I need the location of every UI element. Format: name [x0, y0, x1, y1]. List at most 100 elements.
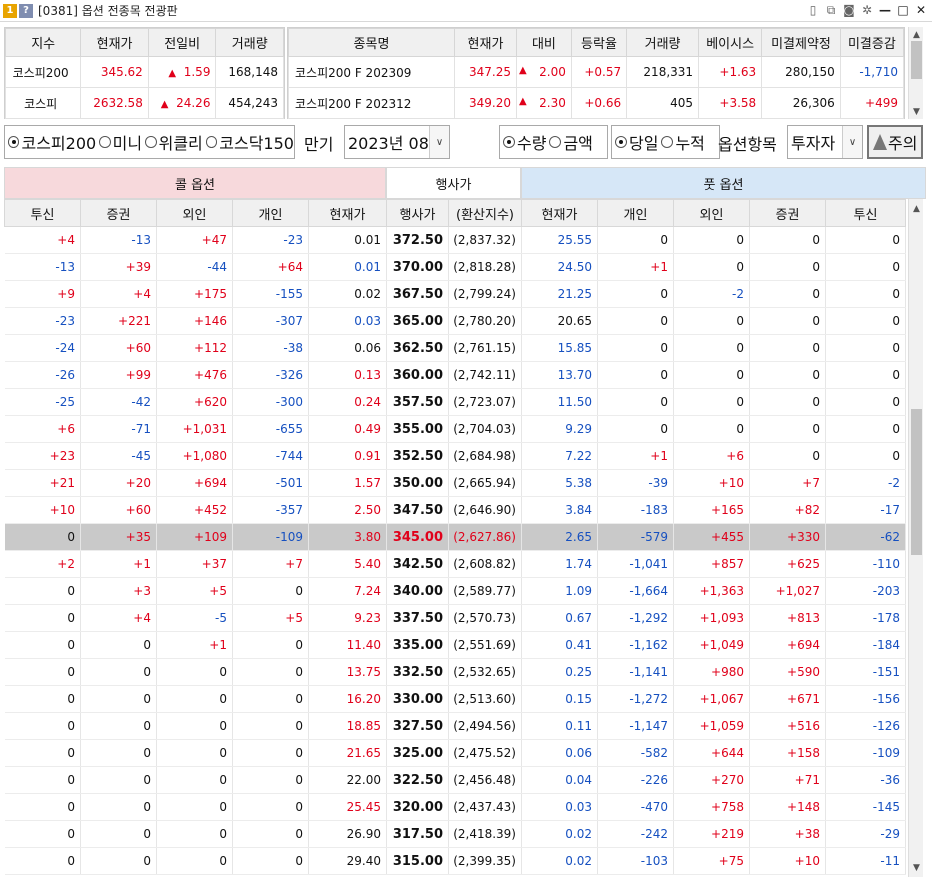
table-row[interactable]: 코스피200 345.62 ▲ 1.59 168,148	[4, 56, 284, 88]
col-header-put-individual[interactable]: 개인	[597, 199, 674, 227]
col-header-put-trust[interactable]: 투신	[825, 199, 906, 227]
table-row[interactable]: 0 0 0 0 29.40 315.00 (2,399.35) 0.02 -103 +75 +10-…	[4, 847, 906, 875]
table-row[interactable]: -24 +60 +112 -38 0.06 362.50 (2,761.15) 15.85 0 0…	[4, 334, 906, 362]
call-securities-cell: 0	[80, 631, 157, 659]
radio-today[interactable]	[615, 136, 627, 148]
radio-kospi200[interactable]	[8, 136, 20, 148]
table-row[interactable]: +6 -71 +1,031 -655 0.49 355.00 (2,704.03) 9.29 0…	[4, 415, 906, 443]
chevron-down-icon[interactable]: ∨	[429, 126, 449, 158]
table-row[interactable]: 코스피 2632.58 ▲ 24.26 454,243	[4, 87, 284, 119]
memo-icon[interactable]: ▯	[806, 3, 820, 17]
scroll-down-icon[interactable]: ▼	[909, 104, 924, 119]
board-scrollbar[interactable]: ▲ ▼	[908, 199, 923, 877]
put-trust-cell: 0	[825, 415, 906, 443]
call-securities-cell: -71	[80, 415, 157, 443]
table-row[interactable]: +4 -13 +47 -23 0.01 372.50 (2,837.32) 25.55 0 0 0 0	[4, 226, 906, 254]
put-securities-cell: +671	[749, 685, 826, 713]
call-foreign-cell: +37	[156, 550, 233, 578]
converted-index-cell: (2,532.65)	[448, 658, 522, 686]
table-row[interactable]: 0 +35 +109 -109 3.80 345.00 (2,627.86) 2.65 -579…	[4, 523, 906, 551]
col-header-put-securities[interactable]: 증권	[749, 199, 826, 227]
table-row[interactable]: 0 0 0 0 26.90 317.50 (2,418.39) 0.02 -242 +219 +38…	[4, 820, 906, 848]
put-individual-cell: 0	[597, 334, 674, 362]
table-row[interactable]: +9 +4 +175 -155 0.02 367.50 (2,799.24) 21.25 0 -2…	[4, 280, 906, 308]
radio-kosdaq150[interactable]	[205, 136, 218, 148]
converted-index-cell: (2,437.43)	[448, 793, 522, 821]
put-individual-cell: -242	[597, 820, 674, 848]
futures-scrollbar[interactable]: ▲ ▼	[908, 27, 923, 119]
up-arrow-icon: ▲	[160, 99, 169, 110]
expiry-select[interactable]: 2023년 08 ∨	[344, 125, 450, 159]
col-header: 지수	[4, 28, 82, 57]
converted-index-cell: (2,608.82)	[448, 550, 522, 578]
chevron-down-icon[interactable]: ∨	[842, 126, 862, 158]
put-foreign-cell: +980	[673, 658, 750, 686]
col-header-call-price[interactable]: 현재가	[308, 199, 387, 227]
col-header-converted-index[interactable]: (환산지수)	[448, 199, 522, 227]
table-row[interactable]: +21 +20 +694 -501 1.57 350.00 (2,665.94) 5.38 -3…	[4, 469, 906, 497]
table-row[interactable]: 0 0 0 0 16.20 330.00 (2,513.60) 0.15 -1,272 +1,06…	[4, 685, 906, 713]
converted-index-cell: (2,570.73)	[448, 604, 522, 632]
call-individual-cell: +5	[232, 604, 309, 632]
table-row[interactable]: 코스피200 F 202312 349.20 ▲ 2.30 +0.66 405 +…	[288, 87, 905, 119]
scroll-up-icon[interactable]: ▲	[909, 201, 924, 216]
call-foreign-cell: +476	[156, 361, 233, 389]
table-row[interactable]: 0 0 +1 0 11.40 335.00 (2,551.69) 0.41 -1,162 +1,0…	[4, 631, 906, 659]
settings-icon[interactable]: ✲	[860, 3, 874, 17]
col-header-call-securities[interactable]: 증권	[80, 199, 157, 227]
window-title: [0381] 옵션 전종목 전광판	[38, 4, 178, 18]
table-row[interactable]: +2 +1 +37 +7 5.40 342.50 (2,608.82) 1.74 -1,041 +…	[4, 550, 906, 578]
col-header-put-price[interactable]: 현재가	[521, 199, 598, 227]
put-price-cell: 1.09	[521, 577, 598, 605]
call-foreign-cell: +5	[156, 577, 233, 605]
table-row[interactable]: 0 +3 +5 0 7.24 340.00 (2,589.77) 1.09 -1,664 +1,3…	[4, 577, 906, 605]
item-select[interactable]: 투자자 ∨	[787, 125, 863, 159]
camera-icon[interactable]: ◙	[842, 3, 856, 17]
maximize-icon[interactable]: □	[896, 3, 910, 17]
table-row[interactable]: 0 0 0 0 13.75 332.50 (2,532.65) 0.25 -1,141 +980 +…	[4, 658, 906, 686]
put-foreign-cell: +455	[673, 523, 750, 551]
radio-quantity[interactable]	[503, 136, 515, 148]
table-row[interactable]: -25 -42 +620 -300 0.24 357.50 (2,723.07) 11.50 0…	[4, 388, 906, 416]
col-header-put-foreign[interactable]: 외인	[673, 199, 750, 227]
scroll-thumb[interactable]	[911, 409, 922, 555]
scroll-up-icon[interactable]: ▲	[909, 27, 924, 42]
call-trust-cell: -25	[4, 388, 81, 416]
radio-cumulative[interactable]	[661, 136, 674, 148]
table-row[interactable]: 0 0 0 0 21.65 325.00 (2,475.52) 0.06 -582 +644 +15…	[4, 739, 906, 767]
call-trust-cell: 0	[4, 712, 81, 740]
up-arrow-icon: ▲	[519, 65, 527, 76]
table-row[interactable]: 코스피200 F 202309 347.25 ▲ 2.00 +0.57 218,3…	[288, 56, 905, 88]
radio-weekly[interactable]	[145, 136, 157, 148]
col-header-call-foreign[interactable]: 외인	[156, 199, 233, 227]
table-row[interactable]: 0 0 0 0 22.00 322.50 (2,456.48) 0.04 -226 +270 +71…	[4, 766, 906, 794]
radio-mini[interactable]	[99, 136, 111, 148]
table-row[interactable]: +10 +60 +452 -357 2.50 347.50 (2,646.90) 3.84 -1…	[4, 496, 906, 524]
radio-amount[interactable]	[549, 136, 562, 148]
put-trust-cell: -110	[825, 550, 906, 578]
table-row[interactable]: +23 -45 +1,080 -744 0.91 352.50 (2,684.98) 7.22…	[4, 442, 906, 470]
col-header-strike[interactable]: 행사가	[386, 199, 449, 227]
call-trust-cell: +6	[4, 415, 81, 443]
scroll-thumb[interactable]	[911, 41, 922, 79]
table-row[interactable]: 0 0 0 0 25.45 320.00 (2,437.43) 0.03 -470 +758 +14…	[4, 793, 906, 821]
warning-button[interactable]: 주의	[867, 125, 923, 159]
table-row[interactable]: -13 +39 -44 +64 0.01 370.00 (2,818.28) 24.50 +1 0…	[4, 253, 906, 281]
table-row[interactable]: 0 0 0 0 18.85 327.50 (2,494.56) 0.11 -1,147 +1,05…	[4, 712, 906, 740]
table-row[interactable]: -26 +99 +476 -326 0.13 360.00 (2,742.11) 13.70 0…	[4, 361, 906, 389]
call-individual-cell: -300	[232, 388, 309, 416]
col-header: 미결증감	[839, 28, 905, 57]
col-header: 종목명	[288, 28, 455, 57]
put-securities-cell: 0	[749, 226, 826, 254]
table-row[interactable]: 0 +4 -5 +5 9.23 337.50 (2,570.73) 0.67 -1,292 +1,…	[4, 604, 906, 632]
call-individual-cell: 0	[232, 658, 309, 686]
close-icon[interactable]: ✕	[914, 3, 928, 17]
minimize-icon[interactable]: —	[878, 3, 892, 17]
col-header-call-trust[interactable]: 투신	[4, 199, 81, 227]
put-price-cell: 0.02	[521, 820, 598, 848]
col-header-call-individual[interactable]: 개인	[232, 199, 309, 227]
table-row[interactable]: -23 +221 +146 -307 0.03 365.00 (2,780.20) 20.65…	[4, 307, 906, 335]
copy-icon[interactable]: ⧉	[824, 3, 838, 17]
help-icon[interactable]: ?	[19, 3, 33, 18]
scroll-down-icon[interactable]: ▼	[909, 860, 924, 875]
